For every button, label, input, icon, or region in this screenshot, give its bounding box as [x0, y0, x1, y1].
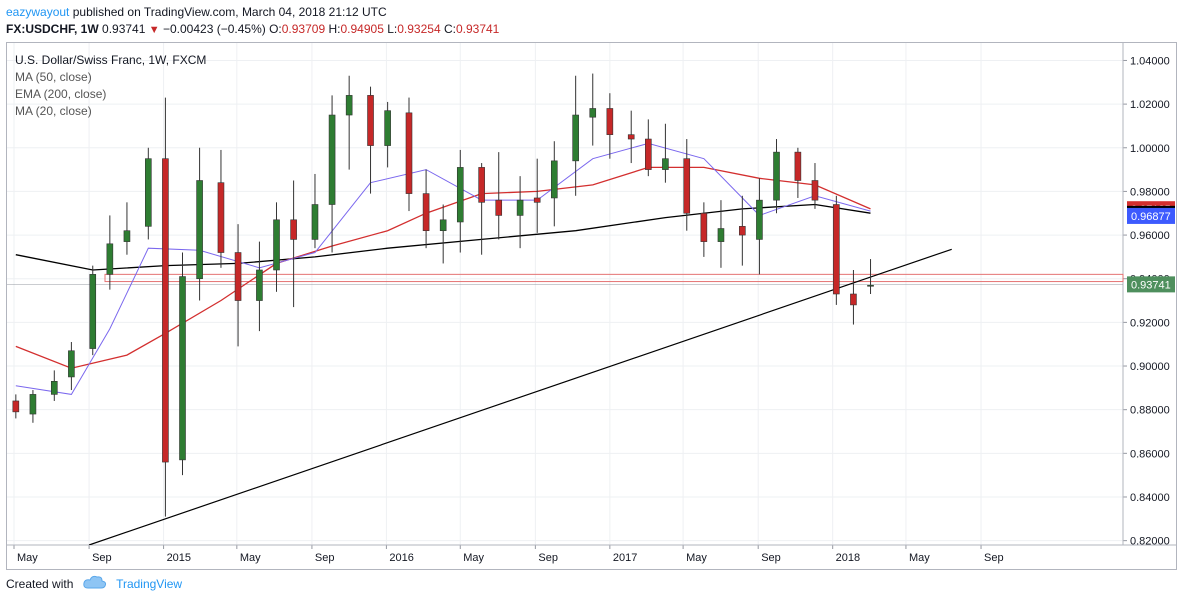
- candle-body: [811, 180, 819, 201]
- chart-legend: U.S. Dollar/Swiss Franc, 1W, FXCM MA (50…: [15, 52, 206, 120]
- x-tick-label: 2016: [389, 552, 413, 564]
- x-tick-label: Sep: [92, 552, 112, 564]
- legend-ma50[interactable]: MA (50, close): [15, 69, 206, 86]
- trendline: [88, 248, 952, 545]
- x-tick-label: 2017: [613, 552, 637, 564]
- candle-body: [439, 219, 447, 232]
- candle-body: [516, 199, 524, 216]
- footer: Created with TradingView: [6, 575, 182, 594]
- candle-body: [273, 219, 280, 271]
- candle-body: [256, 269, 263, 301]
- candle-body: [606, 108, 614, 135]
- candle-body: [627, 134, 635, 140]
- x-tick-label: May: [17, 552, 38, 564]
- x-tick-label: May: [463, 552, 484, 564]
- candle-body: [422, 193, 430, 232]
- ma20-line: [15, 142, 871, 395]
- candle-body: [645, 138, 652, 170]
- candle-body: [756, 199, 763, 240]
- candle-body: [179, 276, 186, 461]
- candle-body: [68, 350, 75, 378]
- candle-body: [662, 158, 669, 170]
- candle-body: [384, 110, 391, 146]
- legend-ema200[interactable]: EMA (200, close): [15, 86, 206, 103]
- candle-body: [739, 226, 746, 236]
- candle-body: [50, 381, 58, 395]
- y-tick-label: 0.96000: [1130, 230, 1170, 242]
- candle-body: [850, 293, 857, 306]
- candle-body: [217, 182, 225, 253]
- candle-body: [683, 158, 691, 214]
- candle-body: [162, 158, 169, 463]
- candle-body: [572, 114, 579, 162]
- y-tick-label: 0.88000: [1130, 405, 1170, 417]
- candle-body: [290, 219, 297, 240]
- y-tick-label: 0.82000: [1130, 536, 1170, 548]
- candle-body: [700, 212, 708, 242]
- price-label-text: 0.93741: [1131, 279, 1171, 291]
- candle-body: [495, 199, 503, 216]
- x-tick-label: 2015: [167, 552, 191, 564]
- candle-body: [833, 204, 840, 295]
- cloud-icon: [83, 575, 107, 594]
- candle-body: [12, 400, 20, 413]
- x-tick-label: Sep: [761, 552, 781, 564]
- candle-body: [550, 160, 558, 199]
- y-tick-label: 0.86000: [1130, 448, 1170, 460]
- x-tick-label: Sep: [984, 552, 1004, 564]
- y-tick-label: 1.00000: [1130, 143, 1170, 155]
- x-tick-label: May: [686, 552, 707, 564]
- y-tick-label: 0.98000: [1130, 186, 1170, 198]
- candle-body: [867, 284, 874, 287]
- candle-body: [533, 197, 541, 203]
- candle-body: [478, 167, 485, 203]
- candle-body: [405, 112, 413, 194]
- candle-body: [773, 151, 780, 201]
- candle-body: [106, 243, 114, 275]
- candle-body: [29, 394, 37, 415]
- y-tick-label: 1.02000: [1130, 99, 1170, 111]
- x-tick-label: Sep: [538, 552, 558, 564]
- legend-title: U.S. Dollar/Swiss Franc, 1W, FXCM: [15, 53, 207, 67]
- candle-body: [89, 274, 97, 349]
- y-tick-label: 0.90000: [1130, 361, 1170, 373]
- x-tick-label: May: [909, 552, 930, 564]
- candle-body: [123, 230, 131, 242]
- candle-body: [345, 95, 353, 116]
- y-tick-label: 0.92000: [1130, 317, 1170, 329]
- created-with-text: Created with: [6, 577, 74, 591]
- candle-body: [717, 228, 725, 242]
- x-tick-label: Sep: [315, 552, 335, 564]
- candle-body: [145, 158, 152, 227]
- candle-body: [328, 114, 336, 205]
- tradingview-link[interactable]: TradingView: [116, 577, 182, 591]
- candle-body: [456, 167, 464, 223]
- price-label-text: 0.96877: [1131, 211, 1171, 223]
- candle-body: [196, 180, 203, 280]
- legend-ma20[interactable]: MA (20, close): [15, 103, 206, 120]
- x-tick-label: May: [240, 552, 261, 564]
- y-tick-label: 1.04000: [1130, 55, 1170, 67]
- candle-body: [234, 252, 242, 301]
- candle-body: [589, 108, 597, 118]
- x-tick-label: 2018: [836, 552, 860, 564]
- candle-body: [794, 151, 802, 181]
- candle-body: [367, 95, 374, 146]
- y-tick-label: 0.84000: [1130, 492, 1170, 504]
- candle-body: [311, 204, 319, 240]
